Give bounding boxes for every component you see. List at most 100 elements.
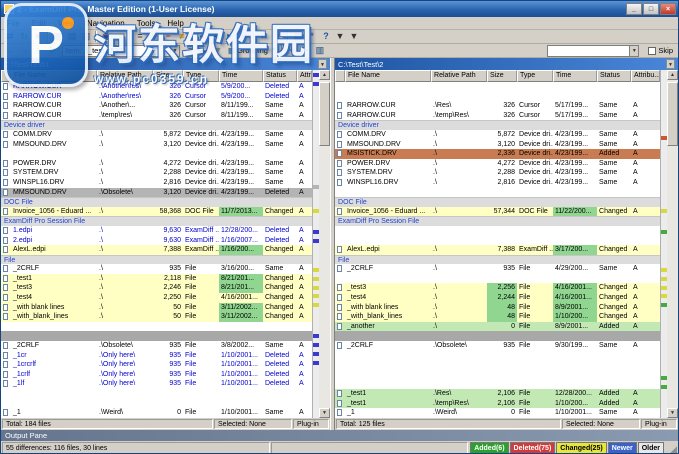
minimize-button[interactable]: _ (626, 3, 642, 15)
status-badge-older[interactable]: Older (637, 442, 664, 453)
file-row[interactable]: _test1 .\temp\Res\ 2,106 File 1/10/200... Add… (335, 398, 660, 409)
status-badge-deleted-[interactable]: Deleted(75) (509, 442, 556, 453)
chevron-down-icon[interactable]: ▼ (629, 45, 639, 56)
file-row[interactable]: _test3 .\ 2,246 File 8/21/201... Changed A (1, 283, 313, 294)
column-header-icon[interactable] (1, 70, 11, 82)
last-diff-icon[interactable]: » (237, 31, 251, 43)
refresh-icon[interactable]: ↻ (45, 45, 59, 57)
report-icon[interactable]: ▧ (291, 31, 305, 43)
filter-combo[interactable]: ▼ (547, 44, 640, 57)
file-row[interactable]: POWER.DRV .\ 4,272 Device dri... 4/23/199...… (1, 159, 312, 169)
file-row[interactable]: _1crcrlf .\Only here\ 935 File 1/10/2001... D… (1, 360, 312, 370)
file-row[interactable]: SYSTEM.DRV .\ 2,288 Device dri... 4/23/199..… (335, 168, 660, 178)
menu-view[interactable]: View (52, 18, 81, 29)
menu-tools[interactable]: Tools (131, 18, 162, 29)
column-header-file-name[interactable]: File Name (345, 70, 432, 82)
show-deleted-icon[interactable]: − (161, 31, 175, 43)
find-icon[interactable]: ◉ (99, 31, 113, 43)
column-header-relative-path[interactable]: Relative Path (431, 70, 488, 82)
file-row[interactable]: RARROW.CUR .\Res\ 326 Cursor 5/17/199... Same… (335, 101, 660, 111)
left-scroll-track[interactable] (319, 80, 331, 408)
file-row[interactable]: _1 .\Weird\ 0 File 1/10/2001... Same A (1, 408, 312, 418)
expand-all-icon[interactable]: + (285, 45, 299, 57)
file-row[interactable]: _with blank lines .\ 50 File 3/11/2002... Cha… (1, 302, 313, 313)
file-row[interactable]: Invoice_1056 - Eduard ... .\ 58,368 DOC Fil… (1, 206, 313, 217)
file-row[interactable]: _2CRLF .\ 935 File 4/29/200... Same A (335, 264, 660, 274)
column-header-type[interactable]: Type (183, 70, 219, 82)
column-header-icon[interactable] (335, 70, 346, 82)
file-row[interactable]: _test1 .\ 2,118 File 8/21/201... Changed A (1, 273, 313, 284)
save-icon[interactable]: ▦ (51, 31, 65, 43)
file-row[interactable]: _1cr .\Only here\ 935 File 1/10/2001... Delet… (1, 351, 312, 361)
column-header-attribu-[interactable]: Attribu... (631, 70, 660, 82)
resize-grip[interactable]: ◢ (665, 442, 677, 454)
file-row[interactable]: WINSPL16.DRV .\ 2,816 Device dri... 4/23/199… (1, 178, 312, 188)
maximize-button[interactable]: □ (643, 3, 659, 15)
file-row[interactable]: _with blank lines .\ 48 File 8/9/2001... Chan… (335, 302, 660, 313)
right-file-list[interactable]: RARROW.CUR .\Res\ 326 Cursor 5/17/199... Same… (335, 82, 660, 418)
file-row[interactable]: _with_blank_lines .\ 50 File 3/11/2002... Cha… (1, 312, 313, 322)
file-row[interactable]: WINSPL16.DRV .\ 2,816 Device dri... 4/23/199… (335, 178, 660, 188)
file-row[interactable]: MMSOUND.DRV .\ 3,120 Device dri... 4/23/199.… (335, 140, 660, 150)
grouping-button[interactable]: ▦ Grouping ▼ (225, 45, 279, 57)
scroll-up-icon[interactable]: ▲ (667, 70, 678, 80)
show-tree-icon[interactable]: ≡ (183, 45, 197, 57)
group-header[interactable]: DOC File (1, 197, 313, 207)
up-level-icon[interactable]: ↑ (31, 45, 45, 57)
status-badge-added-[interactable]: Added(6) (470, 442, 509, 453)
forward-icon[interactable]: → (17, 45, 31, 57)
file-row[interactable]: _2CRLF .\Obsolete\ 935 File 9/30/199... Same A (335, 341, 660, 351)
file-row[interactable]: RARROW.CUR .\Another\... 326 Cursor 8/11/199… (1, 101, 312, 111)
group-header[interactable]: File (1, 254, 313, 265)
left-diff-map[interactable] (312, 70, 320, 418)
right-scroll-thumb[interactable] (667, 82, 678, 146)
filter-icon[interactable]: ▼ (113, 31, 127, 43)
menu-edit[interactable]: Edit (26, 18, 52, 29)
chevron-down-icon[interactable]: ▼ (170, 45, 179, 56)
file-row[interactable]: RARROW.CUR .\Another\res\ 326 Cursor 5/9/200… (1, 82, 312, 92)
group-header[interactable]: ExamDiff Pro Session File (335, 216, 660, 226)
column-header-status[interactable]: Status (263, 70, 297, 82)
scroll-down-icon[interactable]: ▼ (667, 408, 678, 418)
flat-view-icon[interactable]: ▬ (197, 45, 211, 57)
file-row[interactable]: 2.edpi .\ 9,630 ExamDiff ... 1/16/2007... Del… (1, 236, 312, 246)
left-scrollbar[interactable]: ▲ ▼ (319, 70, 331, 418)
right-scrollbar[interactable]: ▲ ▼ (667, 70, 678, 418)
chevron-down-icon[interactable]: ▼ (666, 59, 675, 69)
status-badge-newer[interactable]: Newer (607, 442, 637, 453)
scroll-down-icon[interactable]: ▼ (319, 408, 331, 418)
show-added-icon[interactable]: + (147, 31, 161, 43)
collapse-all-icon[interactable]: − (299, 45, 313, 57)
right-diff-map[interactable] (660, 70, 667, 418)
file-row[interactable]: COMM.DRV .\ 5,872 Device dri... 4/23/199... S… (1, 130, 312, 140)
group-header[interactable]: Device driver (335, 120, 660, 130)
file-row[interactable]: RARROW.CUR .\temp\Res\ 326 Cursor 5/17/199..… (335, 111, 660, 121)
group-header[interactable]: Device driver (1, 120, 313, 130)
swap-panes-icon[interactable]: ↔ (257, 31, 271, 43)
file-row[interactable]: _1lf .\Only here\ 935 File 1/10/2001... Delet… (1, 379, 312, 389)
file-row[interactable]: MMSOUND.DRV .\Obsolete\ 3,120 Device dri...… (1, 187, 313, 198)
file-row[interactable]: RARROW.CUR .\temp\res\ 326 Cursor 8/11/199..… (1, 111, 312, 121)
file-row[interactable]: SYSTEM.DRV .\ 2,288 Device dri... 4/23/199..… (1, 168, 312, 178)
file-row[interactable]: _2CRLF .\ 935 File 3/16/200... Same A (1, 264, 312, 274)
toolbar-dropdown2-icon[interactable]: ▼ (347, 31, 361, 43)
column-header-time[interactable]: Time (219, 70, 263, 82)
sync-scroll-icon[interactable]: ↕ (271, 31, 285, 43)
auto-filter-icon[interactable]: ▼ (211, 45, 225, 57)
column-header-type[interactable]: Type (517, 70, 554, 82)
group-header[interactable]: DOC File (335, 197, 660, 207)
menu-help[interactable]: Help (161, 18, 189, 29)
file-row[interactable]: MMSOUND.DRV .\ 3,120 Device dri... 4/23/199.… (1, 140, 312, 150)
back-icon[interactable]: ← (3, 45, 17, 57)
first-diff-icon[interactable]: « (195, 31, 209, 43)
file-row[interactable]: _another .\ 0 File 8/9/2001... Added A (335, 321, 660, 332)
file-row[interactable]: Invoice_1056 - Eduard ... .\ 57,344 DOC Fil… (335, 206, 660, 217)
copy-icon[interactable]: ▥ (79, 31, 93, 43)
next-diff-icon[interactable]: ► (223, 31, 237, 43)
toolbar-dropdown-icon[interactable]: ▼ (333, 31, 347, 43)
left-scroll-thumb[interactable] (319, 82, 331, 146)
file-row[interactable]: _test1 .\Res\ 2,106 File 12/28/200... Added A (335, 389, 660, 399)
file-row[interactable]: 1.edpi .\ 9,630 ExamDiff ... 12/28/200... Del… (1, 226, 312, 236)
item-combo[interactable]: Item: .\_test1:533 ▼ (62, 44, 180, 57)
file-row[interactable]: MSISTICK.DRV .\ 2,336 Device dri... 4/23/199… (335, 149, 660, 159)
